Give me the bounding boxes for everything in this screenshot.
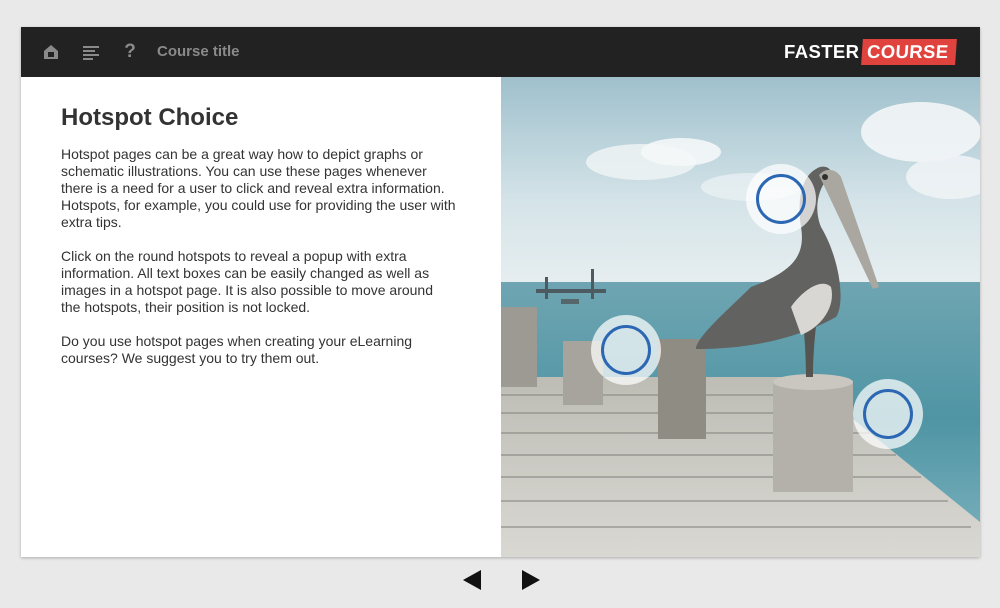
home-icon	[44, 45, 58, 59]
paragraph: Click on the round hotspots to reveal a …	[61, 248, 433, 315]
course-player: ? Course title FASTER COURSE Hotspot Cho…	[21, 27, 980, 557]
next-arrow-icon	[522, 570, 540, 590]
pelican-pier-illustration	[501, 77, 980, 557]
next-button[interactable]	[520, 568, 542, 592]
hotspot-ring	[756, 174, 806, 224]
home-button[interactable]	[40, 40, 62, 64]
previous-button[interactable]	[461, 568, 483, 592]
top-bar: ? Course title FASTER COURSE	[21, 27, 980, 77]
help-button[interactable]: ?	[119, 40, 141, 64]
pelican-pier-image	[501, 77, 980, 557]
course-title: Course title	[157, 43, 240, 60]
paragraph: Do you use hotspot pages when creating y…	[61, 333, 413, 366]
logo-text-faster: FASTER	[784, 41, 860, 62]
faster-course-logo: FASTER COURSE	[784, 39, 957, 65]
logo-text-course: COURSE	[861, 39, 957, 65]
paragraph: Hotspot pages can be a great way how to …	[61, 146, 456, 230]
hotspot-ring	[601, 325, 651, 375]
menu-button[interactable]	[80, 40, 102, 64]
hotspot-3[interactable]	[853, 379, 923, 449]
previous-arrow-icon	[463, 570, 481, 590]
hotspot-2[interactable]	[591, 315, 661, 385]
hotspot-ring	[863, 389, 913, 439]
body-text: Hotspot pages can be a great way how to …	[61, 146, 456, 384]
text-panel: Hotspot Choice Hotspot pages can be a gr…	[21, 77, 501, 557]
menu-icon	[83, 46, 99, 60]
page-title: Hotspot Choice	[61, 104, 239, 131]
hotspot-1[interactable]	[746, 164, 816, 234]
help-icon: ?	[124, 41, 136, 62]
